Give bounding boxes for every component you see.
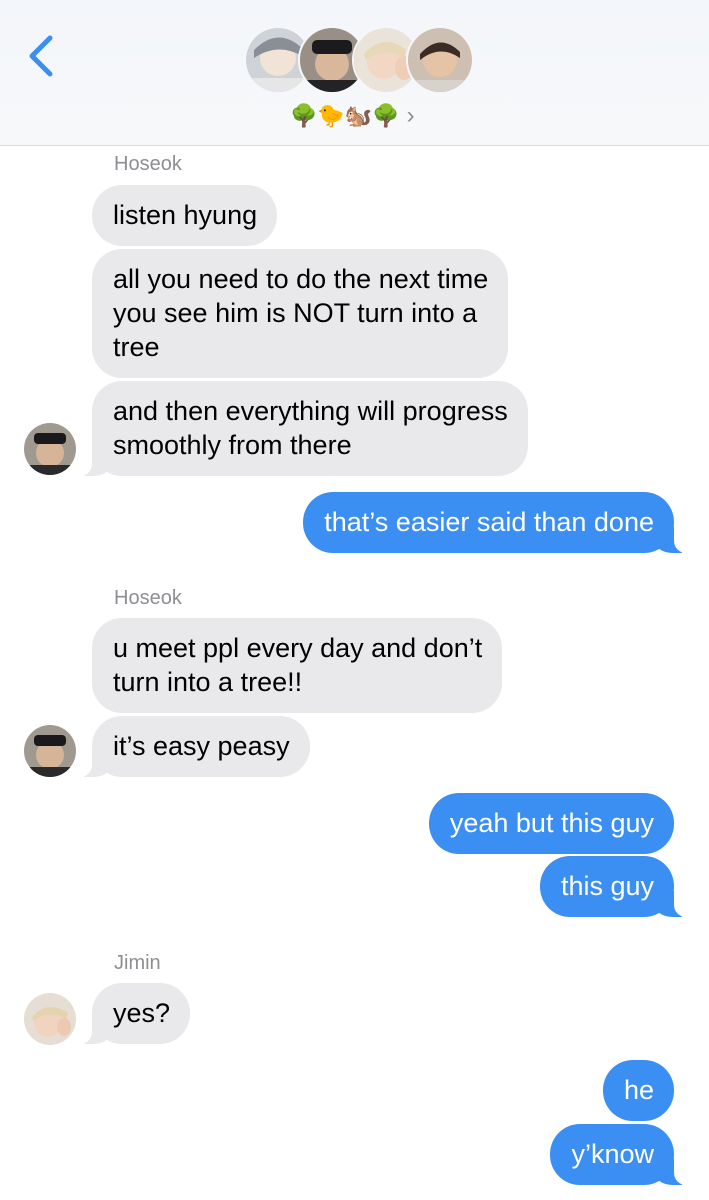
message-text: all you need to do the next time you see… xyxy=(113,264,489,362)
group-name-text: 🌳🐤🐿️🌳 xyxy=(290,103,400,128)
message-bubble[interactable]: he xyxy=(602,1060,674,1121)
message-bubble[interactable]: yes? xyxy=(73,983,191,1044)
message-text: he xyxy=(623,1075,654,1105)
message-bubble[interactable]: u meet ppl every day and don’t turn into… xyxy=(92,618,503,713)
sender-label: Hoseok xyxy=(114,153,182,175)
avatar[interactable] xyxy=(24,423,76,475)
message-bubble[interactable]: y’know xyxy=(550,1124,692,1185)
chat-header: 🌳🐤🐿️🌳 › xyxy=(0,0,709,146)
message-bubble[interactable]: it’s easy peasy xyxy=(74,716,310,777)
message-bubble[interactable]: and then everything will progress smooth… xyxy=(74,381,528,476)
message-bubble[interactable]: listen hyung xyxy=(92,185,278,246)
message-text: yeah but this guy xyxy=(449,808,654,838)
avatar[interactable] xyxy=(24,993,76,1045)
message-bubble[interactable]: this guy xyxy=(539,856,693,917)
message-text: yes? xyxy=(113,998,171,1028)
message-bubble[interactable]: that’s easier said than done xyxy=(303,492,692,553)
message-bubble[interactable]: yeah but this guy xyxy=(428,793,674,854)
message-text: y’know xyxy=(571,1139,654,1169)
group-name[interactable]: 🌳🐤🐿️🌳 › xyxy=(290,99,430,133)
message-text: this guy xyxy=(560,871,654,901)
group-avatars[interactable] xyxy=(244,26,474,96)
message-text: listen hyung xyxy=(113,200,258,230)
message-text: it’s easy peasy xyxy=(113,731,290,761)
chevron-left-icon[interactable] xyxy=(24,34,60,78)
message-text: that’s easier said than done xyxy=(324,507,654,537)
avatar[interactable] xyxy=(24,725,76,777)
chevron-right-icon: › xyxy=(406,102,415,129)
message-bubble[interactable]: all you need to do the next time you see… xyxy=(92,249,509,378)
sender-label: Hoseok xyxy=(114,587,182,609)
message-text: u meet ppl every day and don’t turn into… xyxy=(113,633,483,697)
message-text: and then everything will progress smooth… xyxy=(113,396,508,460)
sender-label: Jimin xyxy=(114,952,161,974)
group-avatar-4 xyxy=(406,26,474,94)
